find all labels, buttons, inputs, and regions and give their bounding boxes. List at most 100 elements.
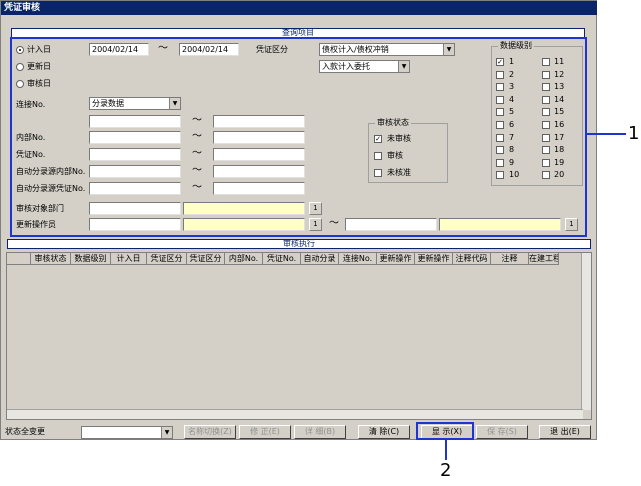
range-tilde: ～ — [192, 182, 202, 193]
data-level-checkbox[interactable] — [496, 171, 504, 180]
table-header-cell[interactable]: 内部No. — [225, 253, 263, 265]
data-level-checkbox[interactable] — [496, 83, 504, 92]
execute-section-header: 审核执行 — [7, 239, 591, 249]
table-header-cell[interactable]: 数据级别 — [71, 253, 111, 265]
status-change-label: 状态全变更 — [5, 427, 45, 436]
table-header-cell[interactable]: 凭证区分 — [147, 253, 187, 265]
data-level-label: 2 — [509, 69, 515, 79]
data-level-checkbox[interactable] — [542, 121, 550, 129]
data-level-label: 6 — [509, 120, 515, 129]
internal-no-from-input[interactable] — [89, 131, 181, 144]
data-level-checkbox[interactable] — [542, 171, 550, 180]
date-mode-radio-audit[interactable] — [16, 80, 24, 88]
data-level-checkbox[interactable] — [496, 108, 504, 117]
table-header-cell[interactable]: 更新操作 — [415, 253, 453, 265]
save-button[interactable]: 保 存(S) — [476, 425, 528, 439]
data-level-checkbox[interactable]: ✓ — [496, 58, 504, 66]
voucher-no-from-input[interactable] — [89, 148, 181, 161]
data-level-checkbox[interactable] — [542, 95, 550, 104]
table-header-cell[interactable]: 连接No. — [339, 253, 377, 265]
chevron-down-icon: ▼ — [169, 98, 180, 109]
data-level-checkbox[interactable] — [542, 146, 550, 155]
table-header-cell[interactable]: 凭证区分 — [187, 253, 225, 265]
link-no-select[interactable]: 分录数据 ▼ — [89, 97, 181, 110]
data-level-label: 5 — [509, 107, 515, 117]
chevron-down-icon: ▼ — [443, 44, 454, 55]
data-level-label: 13 — [554, 82, 565, 92]
updater-to-name-field — [439, 218, 561, 231]
audit-status-checkbox-audited[interactable] — [374, 152, 382, 160]
data-level-checkbox[interactable] — [542, 108, 550, 117]
table-header-cell — [7, 253, 31, 265]
data-level-label: 7 — [509, 132, 515, 142]
show-button-highlight — [416, 422, 474, 440]
horizontal-scrollbar[interactable] — [7, 409, 583, 419]
data-level-checkbox[interactable] — [496, 70, 504, 79]
audit-status-checkbox-unaudited[interactable]: ✓ — [374, 135, 382, 143]
data-level-label: 3 — [509, 82, 515, 92]
voucher-type-select[interactable]: 债权计入/债权冲销 ▼ — [319, 43, 455, 56]
internal-no-to-input[interactable] — [213, 131, 305, 144]
link-no-from-input[interactable] — [89, 115, 181, 128]
data-level-checkbox[interactable] — [496, 121, 504, 129]
callout-number-2: 2 — [440, 460, 452, 481]
data-level-checkbox[interactable] — [496, 95, 504, 104]
table-header-cell[interactable]: 审核状态 — [31, 253, 71, 265]
clear-button[interactable]: 清 除(C) — [358, 425, 410, 439]
voucher-type-label: 凭证区分 — [256, 45, 288, 54]
table-header-cell[interactable]: 计入日 — [111, 253, 147, 265]
link-no-label: 连接No. — [16, 100, 46, 109]
data-level-checkbox[interactable] — [542, 70, 550, 79]
detail-button[interactable]: 详 细(B) — [294, 425, 346, 439]
audit-dept-code-input[interactable] — [89, 202, 181, 215]
audit-status-label-unaudited: 未审核 — [387, 134, 411, 143]
callout-line-2 — [445, 440, 447, 460]
audit-dept-name-field — [183, 202, 305, 215]
data-level-checkbox[interactable] — [496, 133, 504, 142]
data-level-checkbox[interactable] — [542, 83, 550, 92]
data-level-label: 8 — [509, 145, 515, 155]
data-level-checkbox[interactable] — [542, 133, 550, 142]
auto-source-voucher-no-to-input[interactable] — [213, 182, 305, 195]
updater-to-lookup-button[interactable]: 1 — [565, 218, 578, 231]
data-level-group: 数据级别 — [491, 41, 583, 186]
auto-source-voucher-no-label: 自动分录源凭证No. — [16, 184, 86, 193]
data-level-checkbox[interactable] — [496, 158, 504, 167]
data-level-label: 15 — [554, 107, 565, 117]
range-tilde: ～ — [192, 115, 202, 126]
voucher-no-to-input[interactable] — [213, 148, 305, 161]
table-header-cell[interactable]: 自动分录 — [301, 253, 339, 265]
auto-source-internal-no-to-input[interactable] — [213, 165, 305, 178]
entrust-type-select[interactable]: 入款计入委托 ▼ — [319, 60, 410, 73]
data-level-label: 14 — [554, 94, 565, 104]
table-header-cell[interactable]: 更新操作 — [377, 253, 415, 265]
table-header-cell[interactable]: 注释代码 — [453, 253, 491, 265]
table-header-cell[interactable]: 凭证No. — [263, 253, 301, 265]
date-to-input[interactable]: 2004/02/14 — [179, 43, 239, 56]
audit-dept-lookup-button[interactable]: 1 — [309, 202, 322, 215]
updater-from-code-input[interactable] — [89, 218, 181, 231]
date-mode-radio-update[interactable] — [16, 63, 24, 71]
data-level-checkbox[interactable] — [496, 146, 504, 155]
fix-button[interactable]: 修 正(E) — [239, 425, 291, 439]
vertical-scrollbar[interactable] — [581, 253, 591, 410]
chevron-down-icon: ▼ — [161, 427, 172, 438]
data-level-checkbox[interactable] — [542, 158, 550, 167]
data-level-checkbox[interactable] — [542, 58, 550, 66]
updater-to-code-input[interactable] — [345, 218, 437, 231]
auto-source-voucher-no-from-input[interactable] — [89, 182, 181, 195]
auto-source-internal-no-from-input[interactable] — [89, 165, 181, 178]
rename-button[interactable]: 名称切换(Z) — [184, 425, 236, 439]
audit-results-table[interactable]: 审核状态 数据级别 计入日 凭证区分 凭证区分 内部No. 凭证No. 自动分录 连接No. 更新… — [6, 252, 592, 420]
data-level-label: 19 — [554, 157, 565, 167]
audit-status-checkbox-unapproved[interactable] — [374, 169, 382, 177]
updater-from-lookup-button[interactable]: 1 — [309, 218, 322, 231]
link-no-to-input[interactable] — [213, 115, 305, 128]
data-level-label: 4 — [509, 94, 515, 104]
table-header-cell[interactable]: 注释 — [491, 253, 529, 265]
status-change-select[interactable]: ▼ — [81, 426, 173, 439]
date-from-input[interactable]: 2004/02/14 — [89, 43, 149, 56]
exit-button[interactable]: 退 出(E) — [539, 425, 591, 439]
table-header-cell[interactable]: 在建工程 — [529, 253, 559, 265]
date-mode-radio-entry[interactable] — [16, 46, 24, 54]
